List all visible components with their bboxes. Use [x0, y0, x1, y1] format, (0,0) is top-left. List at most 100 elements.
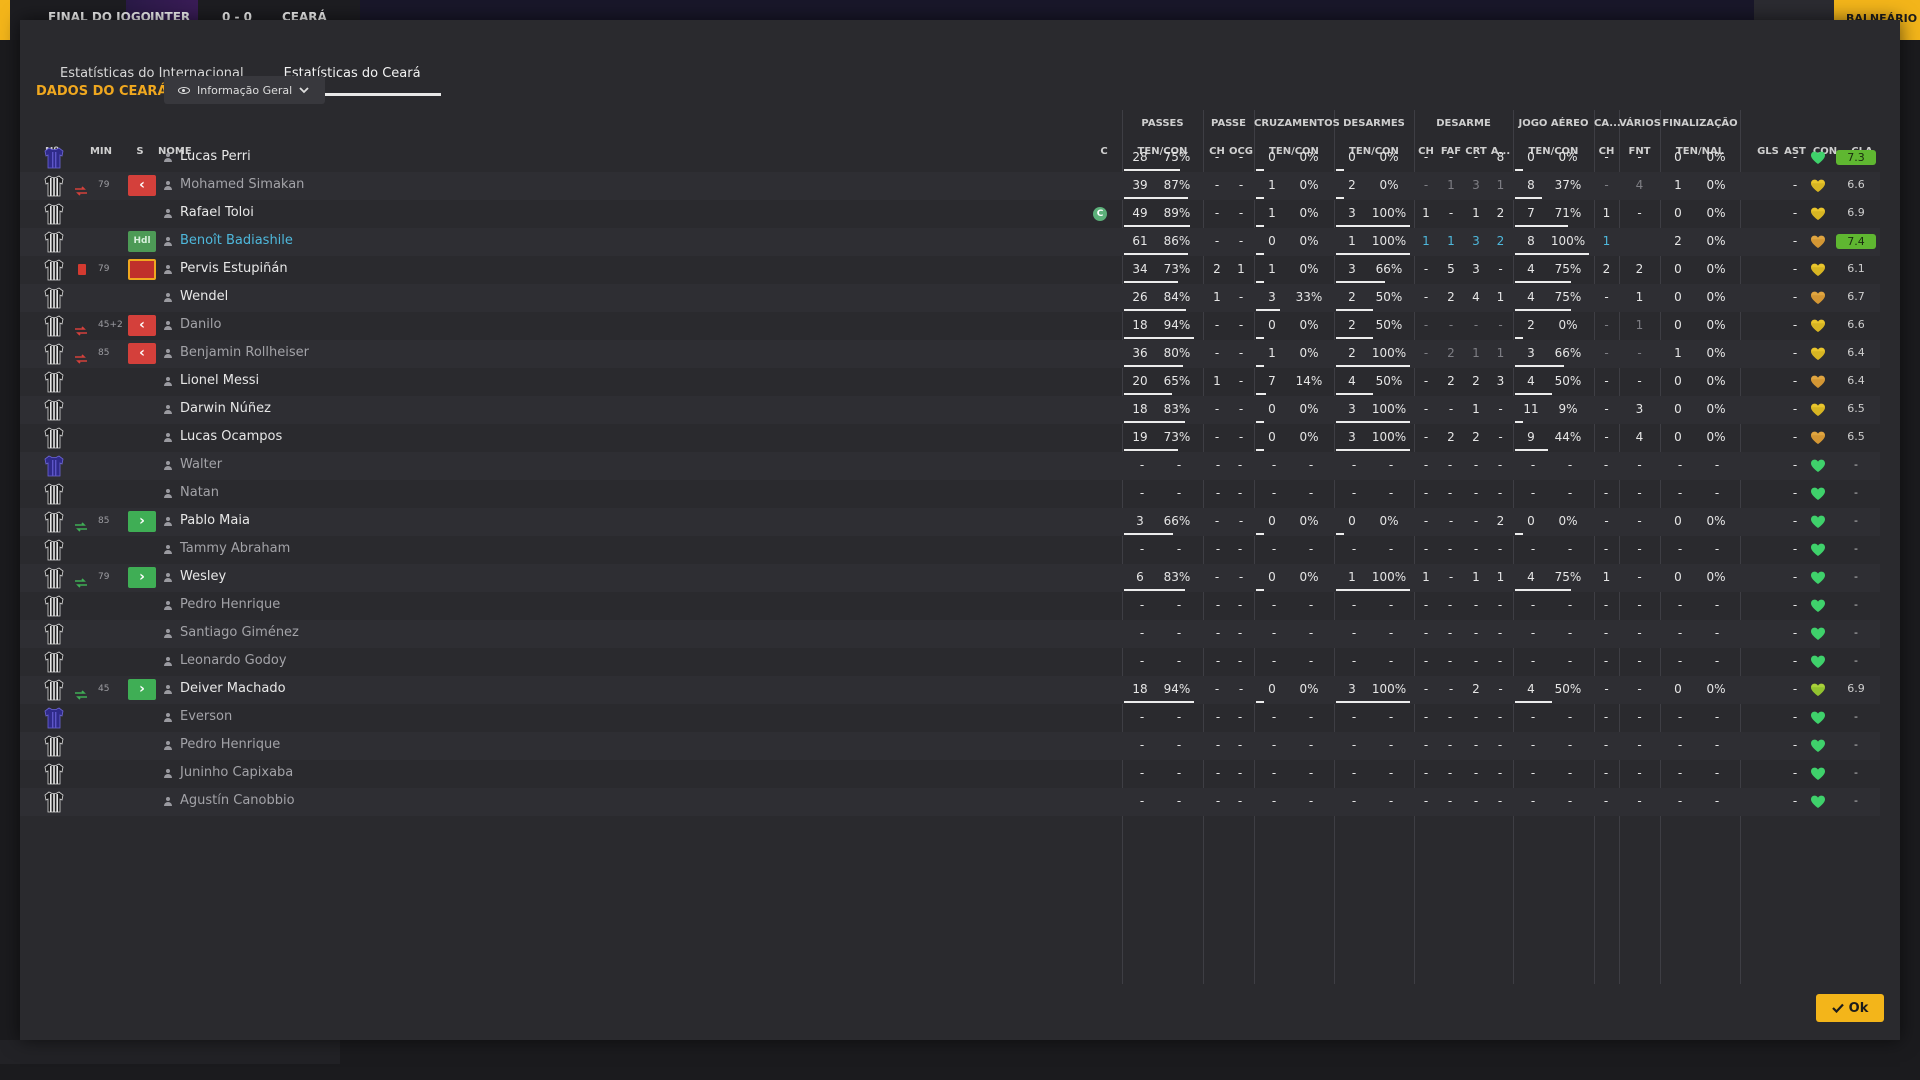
player-name[interactable]: Benjamin Rollheiser — [180, 340, 309, 368]
stat-cell: - — [1271, 710, 1277, 724]
stat-cell: 37% — [1554, 178, 1582, 192]
stat-cell: - — [1447, 626, 1453, 640]
table-row[interactable]: Pedro Henrique - - - - - - - - - - - - - - - - - - - - — [20, 732, 1880, 760]
player-name[interactable]: Wesley — [180, 564, 226, 592]
stat-cell: - — [1388, 542, 1394, 556]
sub-in-button[interactable]: › — [128, 511, 156, 532]
table-row[interactable]: Wendel 26 84% 1 - 3 33% 2 50% - 2 4 1 4 75% - 1 0 0% - 6.7 — [20, 284, 1880, 312]
table-row[interactable]: Leonardo Godoy - - - - - - - - - - - - - - - - - - - - — [20, 648, 1880, 676]
table-row[interactable]: Pedro Henrique - - - - - - - - - - - - - - - - - - - - — [20, 592, 1880, 620]
stat-cell: - — [1792, 346, 1798, 360]
player-name[interactable]: Deiver Machado — [180, 676, 286, 704]
success-bar — [1256, 589, 1264, 591]
stat-cell: 0% — [1299, 206, 1319, 220]
rating-value: 6.9 — [1847, 206, 1865, 219]
condition-heart-icon — [1810, 514, 1826, 530]
table-row[interactable]: Juninho Capixaba - - - - - - - - - - - - - - - - - - - - — [20, 760, 1880, 788]
player-name[interactable]: Lionel Messi — [180, 368, 259, 396]
table-row[interactable]: Darwin Núñez 18 83% - - 0 0% 3 100% - - 1 - 11 9% - 3 0 0%… — [20, 396, 1880, 424]
player-name[interactable]: Santiago Giménez — [180, 620, 299, 648]
stat-cell: - — [1473, 542, 1479, 556]
player-name[interactable]: Natan — [180, 480, 219, 508]
stat-cell: - — [1792, 458, 1798, 472]
stat-cell: 0% — [1706, 682, 1726, 696]
table-row[interactable]: 45+2 ‹ Danilo 18 94% - - 0 0% 2 50% - - - - 2 0% - 1 0 0% - 6.… — [20, 312, 1880, 340]
player-name[interactable]: Mohamed Simakan — [180, 172, 304, 200]
stat-cell: 0 — [1268, 430, 1276, 444]
player-name[interactable]: Wendel — [180, 284, 228, 312]
table-row[interactable]: Agustín Canobbio - - - - - - - - - - - - - - - - - - - - — [20, 788, 1880, 816]
table-row[interactable]: 85 › Pablo Maia 3 66% - - 0 0% 0 0% - - - 2 0 0% - - 0 0% - - — [20, 508, 1880, 536]
table-row[interactable]: 45 › Deiver Machado 18 94% - - 0 0% 3 100% - - 2 - 4 50%… — [20, 676, 1880, 704]
stat-cell: 2 — [1472, 682, 1480, 696]
red-card-icon — [78, 264, 86, 275]
table-row[interactable]: Walter - - - - - - - - - - - - - - - - - - - - — [20, 452, 1880, 480]
stat-cell: 1 — [1674, 346, 1682, 360]
player-name[interactable]: Walter — [180, 452, 222, 480]
ok-button[interactable]: Ok — [1816, 994, 1884, 1022]
table-row[interactable]: 85 ‹ Benjamin Rollheiser 36 80% - - 1 0% 2 100% - 2 1… — [20, 340, 1880, 368]
table-row[interactable]: Rafael Toloi C 49 89% - - 1 0% 3 100% 1 - 1 2 7 71% 1 - 0 0… — [20, 200, 1880, 228]
table-row[interactable]: Everson - - - - - - - - - - - - - - - - - - - - — [20, 704, 1880, 732]
table-row[interactable]: 79 Pervis Estupiñán 34 73% 2 1 1 0% 3 66% - 5 3 - 4 75%… — [20, 256, 1880, 284]
stat-cell: 1 — [1213, 374, 1221, 388]
sub-out-button[interactable]: ‹ — [128, 175, 156, 196]
player-name[interactable]: Lucas Perri — [180, 144, 251, 172]
stat-cell: - — [1498, 262, 1503, 276]
player-name[interactable]: Rafael Toloi — [180, 200, 254, 228]
player-name[interactable]: Juninho Capixaba — [180, 760, 293, 788]
stat-cell: 0% — [1299, 402, 1319, 416]
table-row[interactable]: Santiago Giménez - - - - - - - - - - - - - - - - - - - - — [20, 620, 1880, 648]
sub-in-button[interactable]: › — [128, 567, 156, 588]
sub-out-button[interactable]: ‹ — [128, 343, 156, 364]
stat-cell: 1 — [1447, 178, 1455, 192]
player-name[interactable]: Pedro Henrique — [180, 732, 280, 760]
stat-cell: 50% — [1554, 682, 1582, 696]
table-row[interactable]: 79 ‹ Mohamed Simakan 39 87% - - 1 0% 2 0% - 1 3 1 8 37% -… — [20, 172, 1880, 200]
player-name[interactable]: Darwin Núñez — [180, 396, 271, 424]
stat-cell: 44% — [1554, 430, 1582, 444]
view-dropdown[interactable]: Informação Geral — [164, 76, 326, 104]
player-name[interactable]: Pedro Henrique — [180, 592, 280, 620]
table-row[interactable]: Lucas Ocampos 19 73% - - 0 0% 3 100% - 2 2 - 9 44% - 4 0 0… — [20, 424, 1880, 452]
table-row[interactable]: Lionel Messi 20 65% 1 - 7 14% 4 50% - 2 2 3 4 50% - - 0 0%… — [20, 368, 1880, 396]
stat-cell: 0% — [1706, 234, 1726, 248]
player-name[interactable]: Leonardo Godoy — [180, 648, 287, 676]
rating-value: 6.5 — [1847, 402, 1865, 415]
player-name[interactable]: Benoît Badiashile — [180, 228, 293, 256]
stat-cell: - — [1271, 738, 1277, 752]
stat-cell: - — [1603, 626, 1609, 640]
player-icon — [164, 657, 172, 666]
sub-in-button[interactable]: › — [128, 679, 156, 700]
stat-cell: 2 — [1472, 430, 1480, 444]
man-of-match-badge: Hdl — [128, 231, 156, 252]
substitution-icon — [74, 349, 88, 364]
player-name[interactable]: Lucas Ocampos — [180, 424, 282, 452]
stat-cell: - — [1271, 486, 1277, 500]
stat-cell: 4 — [1527, 290, 1535, 304]
player-name[interactable]: Pablo Maia — [180, 508, 250, 536]
table-row[interactable]: Lucas Perri 28 75% - - 0 0% 0 0% - - - 8 0 0% - - 0 0% - 7.3 — [20, 144, 1880, 172]
player-name[interactable]: Pervis Estupiñán — [180, 256, 288, 284]
player-name[interactable]: Agustín Canobbio — [180, 788, 295, 816]
player-icon — [164, 489, 172, 498]
player-name[interactable]: Danilo — [180, 312, 221, 340]
stat-cell: - — [1603, 542, 1609, 556]
table-row[interactable]: 79 › Wesley 6 83% - - 0 0% 1 100% 1 - 1 1 4 75% 1 - 0 0% - - — [20, 564, 1880, 592]
table-row[interactable]: Hdl Benoît Badiashile 61 86% - - 0 0% 1 100% 1 1 3 2 8… — [20, 228, 1880, 256]
success-bar — [1515, 169, 1523, 171]
stat-cell: - — [1238, 206, 1244, 220]
stat-cell: 1 — [1472, 570, 1480, 584]
sub-out-button[interactable]: ‹ — [128, 315, 156, 336]
stat-cell: 4 — [1527, 570, 1535, 584]
stat-cell: 4 — [1527, 374, 1535, 388]
rating-value: 6.1 — [1847, 262, 1865, 275]
rating-value: - — [1854, 710, 1858, 723]
table-row[interactable]: Tammy Abraham - - - - - - - - - - - - - - - - - - - - — [20, 536, 1880, 564]
stat-cell: - — [1447, 458, 1453, 472]
success-bar — [1515, 197, 1542, 199]
table-row[interactable]: Natan - - - - - - - - - - - - - - - - - - - - — [20, 480, 1880, 508]
player-name[interactable]: Tammy Abraham — [180, 536, 290, 564]
player-name[interactable]: Everson — [180, 704, 232, 732]
stat-cell: 3 — [1348, 262, 1356, 276]
